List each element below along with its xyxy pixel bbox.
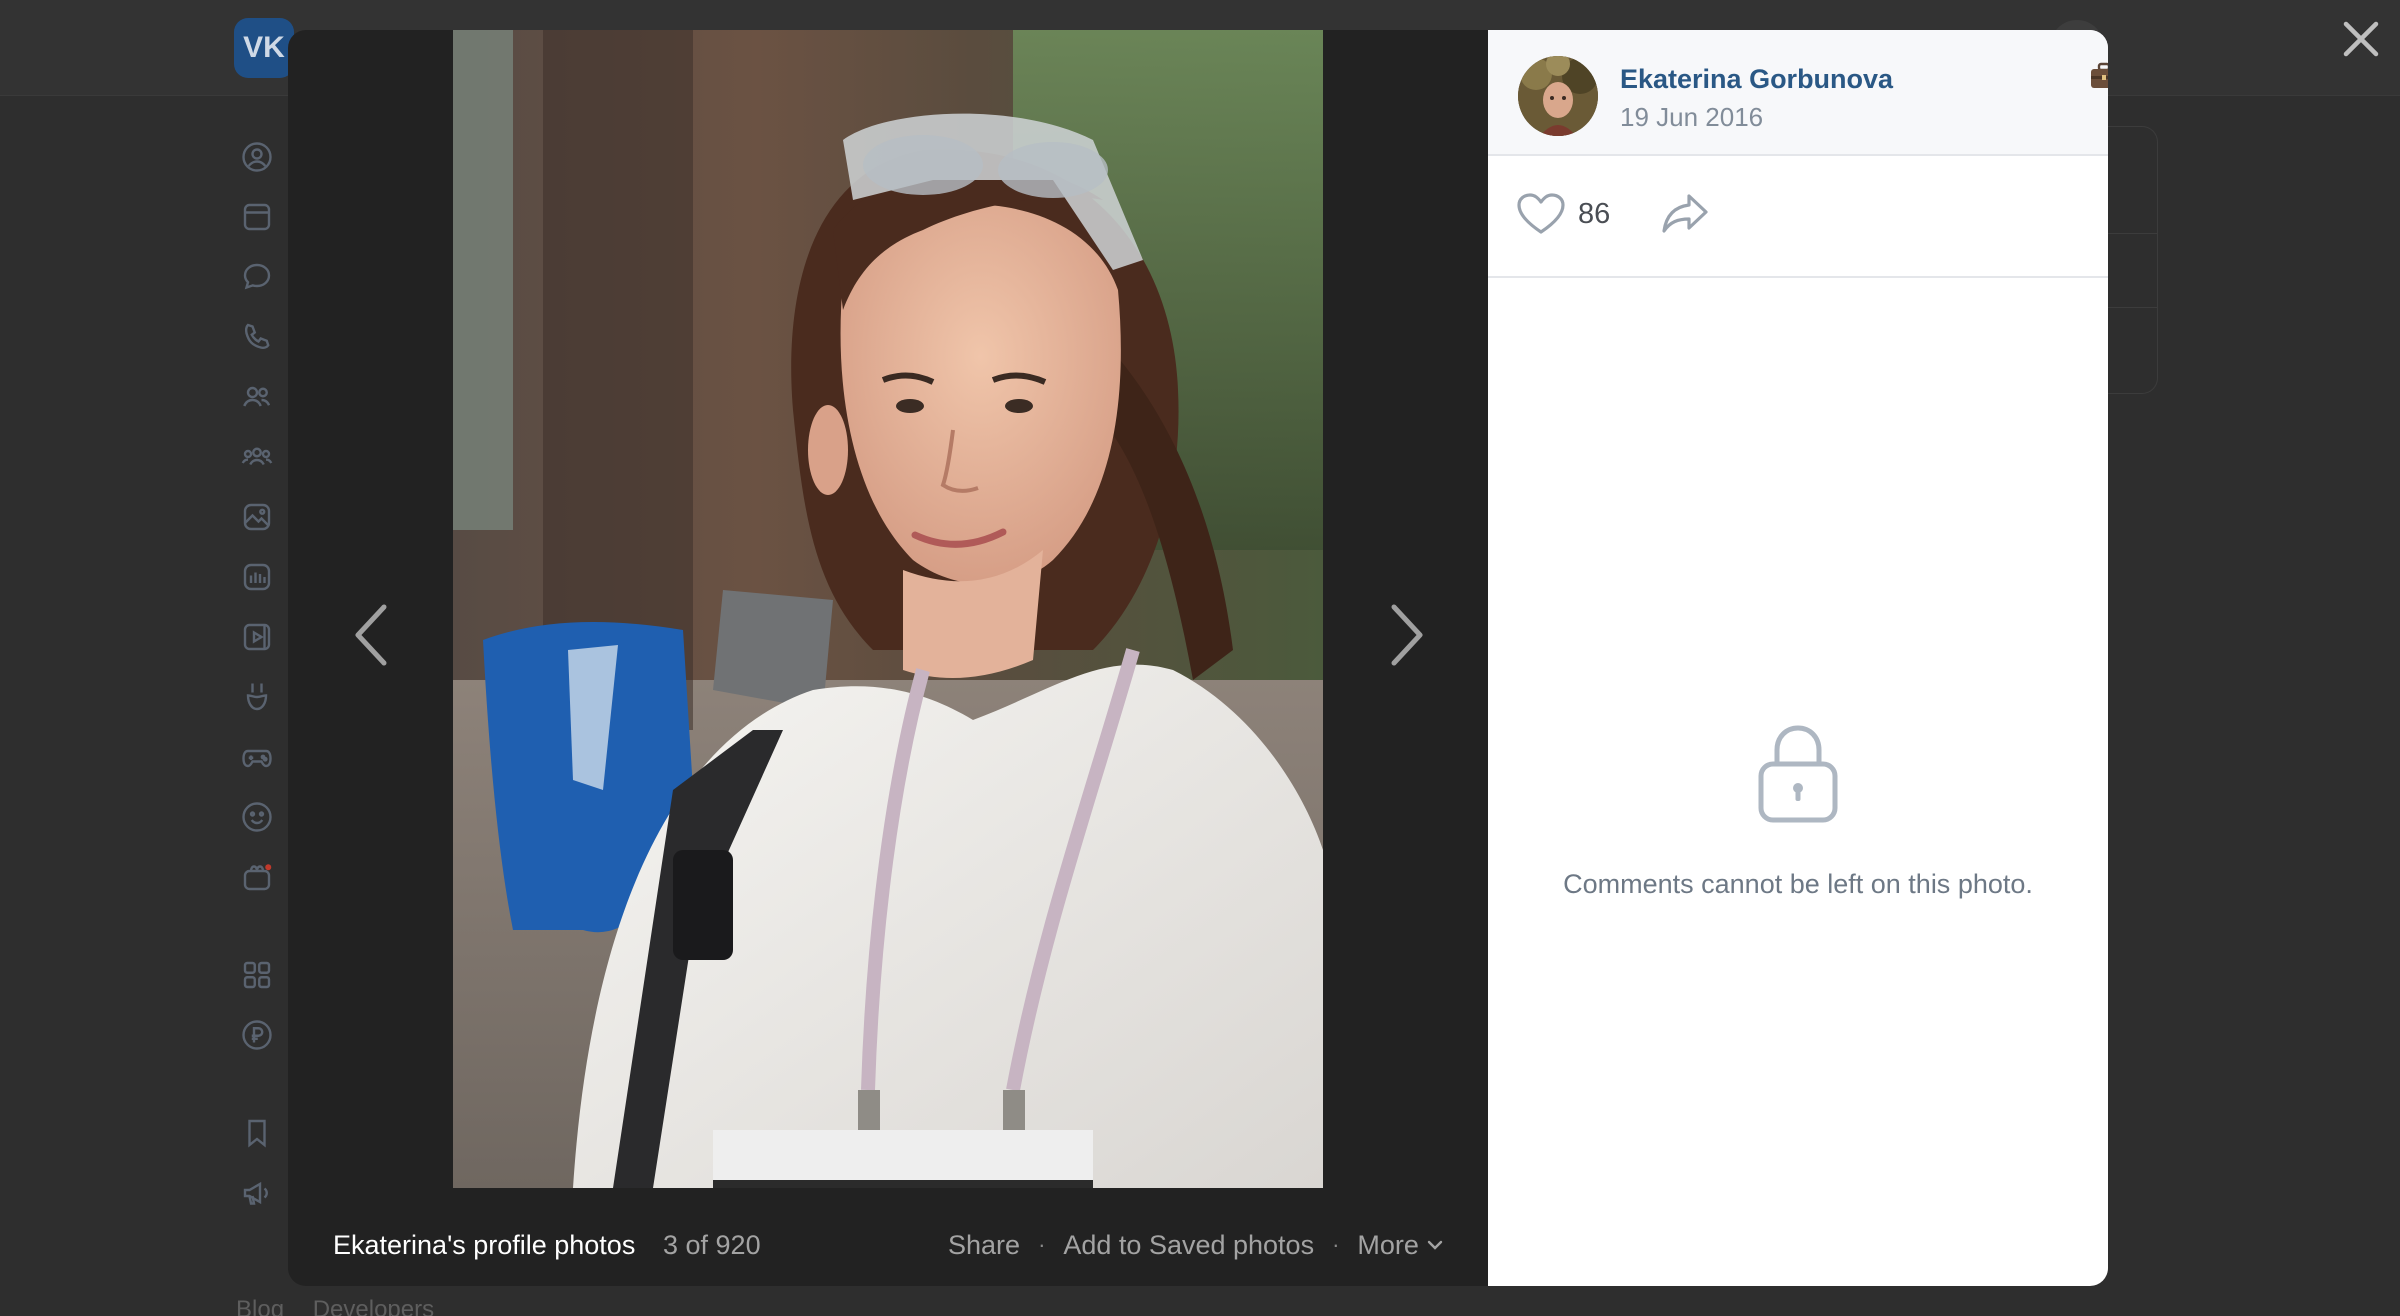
like-count: 86 <box>1578 197 1611 230</box>
payments-icon <box>234 1012 280 1058</box>
previous-photo-button[interactable] <box>340 590 400 680</box>
chevron-down-icon <box>1427 1240 1443 1250</box>
photo-stage: Ekaterina's profile photos 3 of 920 Shar… <box>288 30 1488 1286</box>
chevron-left-icon <box>355 604 387 666</box>
heart-icon <box>1517 193 1565 234</box>
games-icon <box>234 734 280 780</box>
album-title-link[interactable]: Ekaterina's profile photos <box>333 1230 635 1261</box>
bookmarks-icon <box>234 1110 280 1156</box>
author-header: Ekaterina Gorbunova 19 Jun 2016 <box>1488 30 2108 156</box>
photo-actions: Share · Add to Saved photos · More <box>948 1230 1443 1261</box>
photo-side-panel: Ekaterina Gorbunova 19 Jun 2016 86 Comme… <box>1488 30 2108 1286</box>
more-label: More <box>1357 1229 1419 1260</box>
video-icon <box>234 614 280 660</box>
author-avatar[interactable] <box>1518 56 1598 136</box>
stickers-icon <box>234 794 280 840</box>
share-button[interactable] <box>1660 192 1710 241</box>
like-button[interactable]: 86 <box>1516 192 1610 236</box>
author-name-link[interactable]: Ekaterina Gorbunova <box>1620 64 1893 95</box>
photo-info-bar: Ekaterina's profile photos 3 of 920 Shar… <box>288 1220 1488 1270</box>
chevron-right-icon <box>1391 604 1423 666</box>
background-footer: Blog Developers <box>236 1296 456 1316</box>
footer-link-blog: Blog <box>236 1296 285 1316</box>
music-icon <box>234 554 280 600</box>
share-link[interactable]: Share <box>948 1230 1020 1261</box>
friends-icon <box>234 374 280 420</box>
photo-date: 19 Jun 2016 <box>1620 102 1764 132</box>
comments-locked-text: Comments cannot be left on this photo. <box>1563 869 2033 899</box>
profile-icon <box>234 134 280 180</box>
photo[interactable] <box>453 30 1323 1188</box>
lock-icon <box>1758 725 1838 823</box>
messages-icon <box>234 254 280 300</box>
footer-link-developers: Developers <box>312 1296 435 1316</box>
background-card <box>2106 126 2158 394</box>
calls-icon <box>234 314 280 360</box>
comments-locked-notice: Comments cannot be left on this photo. <box>1488 720 2108 900</box>
close-button[interactable] <box>2338 16 2384 62</box>
clips-icon <box>234 674 280 720</box>
separator: · <box>1332 1232 1340 1257</box>
briefcase-icon <box>2091 62 2108 88</box>
close-icon <box>2343 21 2379 57</box>
communities-icon <box>234 434 280 480</box>
ads-icon <box>234 1170 280 1216</box>
next-photo-button[interactable] <box>1378 590 1438 680</box>
vk-logo: VK <box>234 18 294 78</box>
separator: · <box>1038 1232 1046 1257</box>
photo-counter: 3 of 920 <box>663 1229 761 1260</box>
news-icon <box>234 194 280 240</box>
more-menu-button[interactable]: More <box>1357 1230 1443 1261</box>
gifts-icon <box>234 854 280 900</box>
add-to-saved-link[interactable]: Add to Saved photos <box>1063 1230 1314 1261</box>
photo-viewer: Ekaterina's profile photos 3 of 920 Shar… <box>288 30 2108 1286</box>
share-arrow-icon <box>1662 194 1708 233</box>
reactions-bar: 86 <box>1488 156 2108 278</box>
photos-icon <box>234 494 280 540</box>
services-icon <box>234 952 280 998</box>
